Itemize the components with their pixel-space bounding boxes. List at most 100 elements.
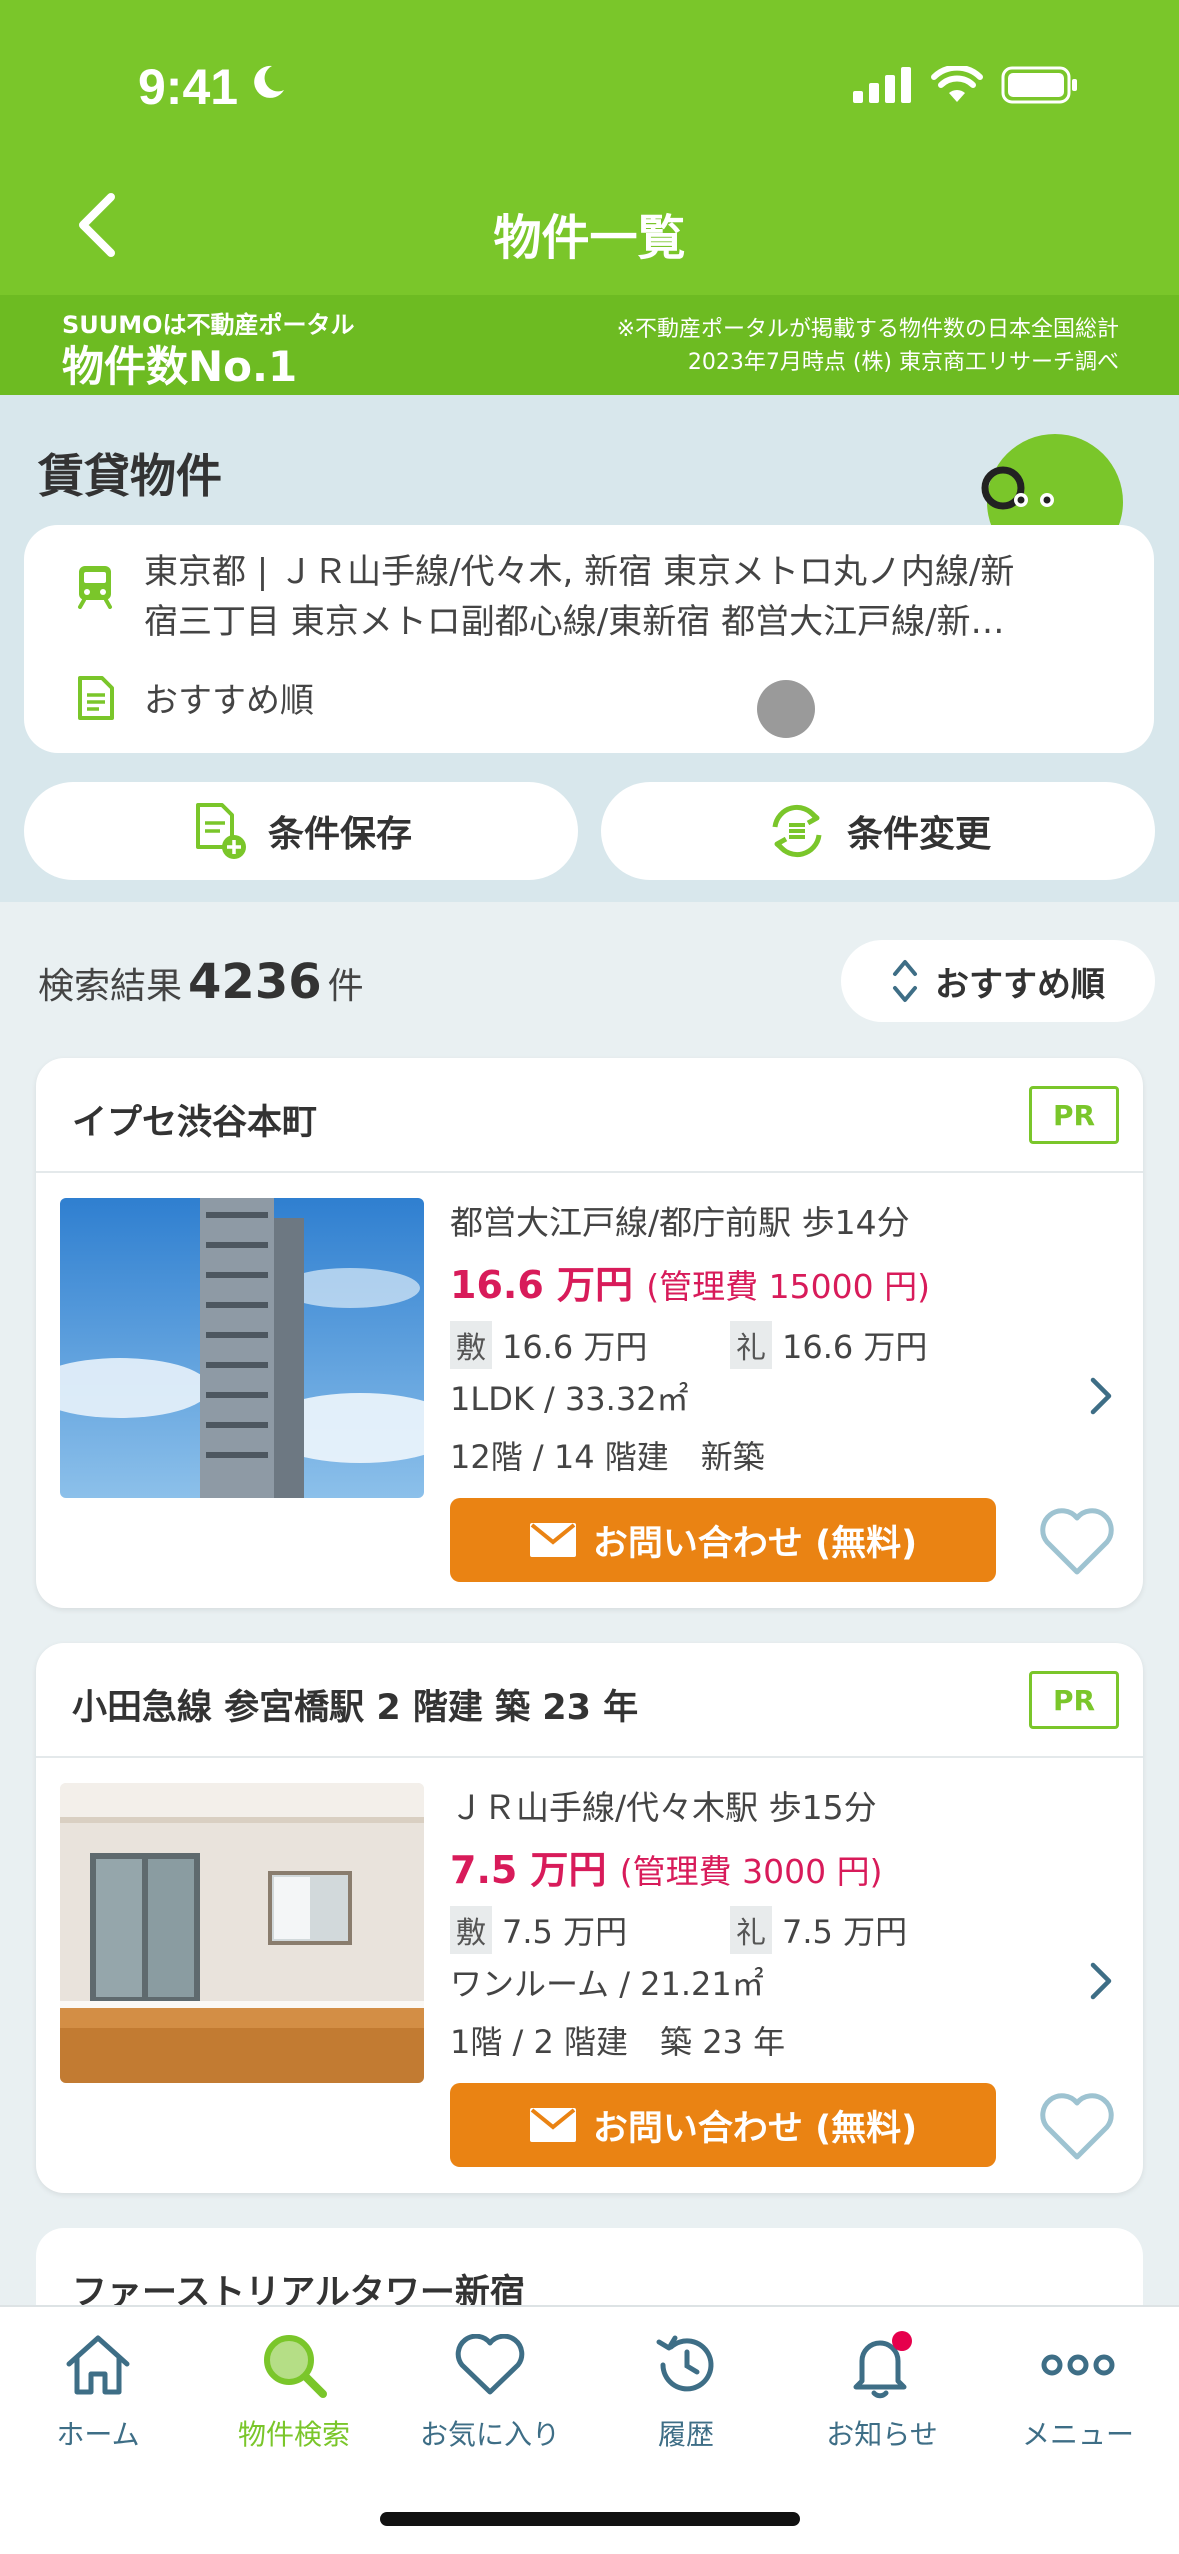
chevron-right-icon[interactable] xyxy=(1089,1961,1113,2001)
heart-icon xyxy=(455,2334,525,2395)
sort-label: おすすめ順 xyxy=(935,964,1105,1005)
deposit-tag: 敷 xyxy=(450,1321,492,1369)
save-conditions-button[interactable]: 条件保存 xyxy=(24,782,578,880)
more-icon xyxy=(1041,2354,1115,2376)
search-icon xyxy=(264,2335,327,2398)
listing-layout: ワンルーム / 21.21㎡ xyxy=(450,1965,764,2003)
listing-photo[interactable] xyxy=(60,1198,424,1498)
listing-rent: 16.6 万円 (管理費 15000 円) xyxy=(450,1254,1010,1316)
listing-title: 小田急線 参宮橋駅 2 階建 築 23 年 xyxy=(72,1688,639,1728)
change-conditions-button[interactable]: 条件変更 xyxy=(601,782,1155,880)
inquiry-button[interactable]: お問い合わせ (無料) xyxy=(450,2083,996,2167)
deposit-value: 7.5 万円 xyxy=(502,1913,628,1951)
save-conditions-label: 条件保存 xyxy=(267,814,412,855)
rent-value: 16.6 万円 xyxy=(450,1263,633,1307)
change-conditions-label: 条件変更 xyxy=(846,814,991,855)
inquiry-button[interactable]: お問い合わせ (無料) xyxy=(450,1498,996,1582)
moon-icon xyxy=(254,65,284,98)
tab-label: お気に入り xyxy=(419,2418,560,2451)
tab-favorites[interactable]: お気に入り xyxy=(392,2325,588,2453)
touch-indicator xyxy=(757,680,815,738)
document-icon xyxy=(78,676,114,720)
deposit-row: 敷 16.6 万円 礼 16.6 万円 xyxy=(450,1316,1010,1374)
nav-bar: 物件一覧 xyxy=(0,160,1179,295)
result-prefix: 検索結果 xyxy=(38,966,183,1007)
listing-card[interactable]: イプセ渋谷本町 PR 都営大江戸線/都庁前駅 歩14分 16.6 万円 (管理費… xyxy=(36,1058,1143,1608)
banner-main: 物件数No.1 xyxy=(62,342,298,391)
banner-note: ※不動産ポータルが掲載する物件数の日本全国総計 2023年7月時点 (株) 東京… xyxy=(617,313,1119,379)
battery-icon xyxy=(1001,66,1077,104)
deposit-row: 敷 7.5 万円 礼 7.5 万円 xyxy=(450,1901,1010,1959)
listing-card[interactable]: 小田急線 参宮橋駅 2 階建 築 23 年 PR ＪＲ山手線/代々木駅 歩15分… xyxy=(36,1643,1143,2193)
mail-icon xyxy=(529,1523,576,1557)
tab-label: お知らせ xyxy=(826,2418,938,2451)
favorite-heart-icon[interactable] xyxy=(1039,2093,1115,2161)
status-time: 9:41 xyxy=(138,59,239,115)
favorite-heart-icon[interactable] xyxy=(1039,1508,1115,1576)
key-money-tag: 礼 xyxy=(730,1321,772,1369)
pr-badge: PR xyxy=(1029,1671,1119,1729)
pr-badge: PR xyxy=(1029,1086,1119,1144)
status-bar: 9:41 xyxy=(0,0,1179,160)
save-document-icon xyxy=(195,803,246,859)
listing-header: 小田急線 参宮橋駅 2 階建 築 23 年 PR xyxy=(36,1643,1143,1758)
sort-button[interactable]: おすすめ順 xyxy=(841,940,1155,1022)
condition-card[interactable]: 東京都 | ＪＲ山手線/代々木, 新宿 東京メトロ丸ノ内線/新 宿三丁目 東京メ… xyxy=(24,525,1154,753)
tab-notifications[interactable]: お知らせ xyxy=(784,2325,980,2453)
listing-floor: 1階 / 2 階建 築 23 年 xyxy=(450,2023,786,2061)
result-suffix: 件 xyxy=(327,966,364,1007)
tab-home[interactable]: ホーム xyxy=(0,2325,196,2453)
listing-access: 都営大江戸線/都庁前駅 歩14分 xyxy=(450,1203,910,1242)
listing-photo[interactable] xyxy=(60,1783,424,2083)
key-money-value: 16.6 万円 xyxy=(782,1328,928,1366)
page-title: 物件一覧 xyxy=(493,210,686,266)
route-line-2: 宿三丁目 東京メトロ副都心線/東新宿 都営大江戸線/新… xyxy=(144,602,1005,642)
deposit-value: 16.6 万円 xyxy=(502,1328,648,1366)
listing-access: ＪＲ山手線/代々木駅 歩15分 xyxy=(450,1788,877,1827)
bell-icon xyxy=(853,2331,912,2399)
mail-icon xyxy=(529,2108,576,2142)
management-fee: (管理費 3000 円) xyxy=(619,1852,883,1891)
promo-banner: SUUMOは不動産ポータル 物件数No.1 ※不動産ポータルが掲載する物件数の日… xyxy=(0,295,1179,395)
deposit-tag: 敷 xyxy=(450,1906,492,1954)
inquiry-label: お問い合わせ (無料) xyxy=(592,1523,918,1564)
status-icons xyxy=(853,66,1079,104)
wifi-icon xyxy=(931,66,983,102)
tab-menu[interactable]: メニュー xyxy=(980,2325,1176,2453)
condition-sort: おすすめ順 xyxy=(144,681,314,721)
key-money-value: 7.5 万円 xyxy=(782,1913,908,1951)
home-indicator[interactable] xyxy=(380,2512,800,2526)
listing-floor: 12階 / 14 階建 新築 xyxy=(450,1438,765,1476)
listing-title: イプセ渋谷本町 xyxy=(72,1103,318,1143)
tab-label: 物件検索 xyxy=(237,2418,350,2451)
search-conditions: 賃貸物件 東京都 | ＪＲ山手線/代々木, 新宿 東京メトロ丸ノ内線/新 宿三丁… xyxy=(0,395,1179,902)
route-conditions: 東京都 | ＪＲ山手線/代々木, 新宿 東京メトロ丸ノ内線/新 宿三丁目 東京メ… xyxy=(144,547,1129,647)
tab-label: ホーム xyxy=(56,2418,140,2451)
home-icon xyxy=(66,2335,130,2395)
route-line-1: 東京都 | ＪＲ山手線/代々木, 新宿 東京メトロ丸ノ内線/新 xyxy=(144,552,1015,592)
history-icon xyxy=(656,2335,714,2392)
banner-note-line1: ※不動産ポータルが掲載する物件数の日本全国総計 xyxy=(616,317,1119,342)
listing-info: ＪＲ山手線/代々木駅 歩15分 7.5 万円 (管理費 3000 円) 敷 7.5… xyxy=(450,1781,1010,2063)
tab-label: メニュー xyxy=(1021,2418,1134,2451)
chevron-right-icon[interactable] xyxy=(1089,1376,1113,1416)
train-icon xyxy=(78,566,112,609)
refresh-list-icon xyxy=(772,805,822,857)
listing-layout: 1LDK / 33.32㎡ xyxy=(450,1380,689,1418)
tab-search[interactable]: 物件検索 xyxy=(196,2325,392,2453)
inquiry-label: お問い合わせ (無料) xyxy=(592,2108,918,2149)
result-count: 4236 xyxy=(188,954,322,1010)
tab-label: 履歴 xyxy=(657,2418,714,2451)
key-money-tag: 礼 xyxy=(730,1906,772,1954)
listing-info: 都営大江戸線/都庁前駅 歩14分 16.6 万円 (管理費 15000 円) 敷… xyxy=(450,1196,1010,1478)
listing-header: イプセ渋谷本町 PR xyxy=(36,1058,1143,1173)
rent-value: 7.5 万円 xyxy=(450,1848,607,1892)
management-fee: (管理費 15000 円) xyxy=(646,1267,930,1306)
result-count-label: 検索結果 4236 件 xyxy=(38,954,364,1010)
banner-note-line2: 2023年7月時点 (株) 東京商工リサーチ調べ xyxy=(687,350,1119,375)
section-title: 賃貸物件 xyxy=(38,449,222,503)
sort-arrows-icon xyxy=(893,960,917,1002)
results-summary: 検索結果 4236 件 おすすめ順 xyxy=(0,902,1179,1052)
tab-history[interactable]: 履歴 xyxy=(588,2325,784,2453)
signal-icon xyxy=(853,67,911,103)
